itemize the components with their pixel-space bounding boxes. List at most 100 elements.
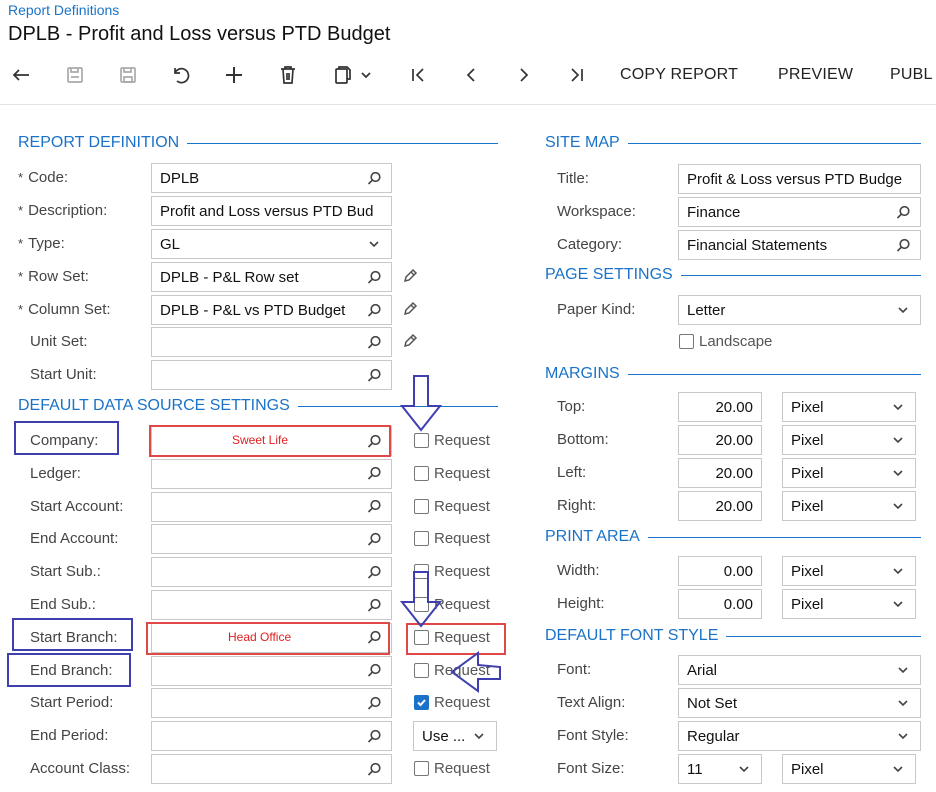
end-account-request-checkbox[interactable]: Request: [414, 530, 490, 547]
font-size-select[interactable]: 11: [678, 754, 762, 784]
start-account-field[interactable]: [151, 491, 392, 522]
margins-top-value-field[interactable]: 20.00: [678, 392, 762, 422]
end-period-field[interactable]: [151, 721, 392, 752]
start-sub-field[interactable]: [151, 557, 392, 588]
ledger-field[interactable]: [151, 458, 392, 489]
checkbox-box[interactable]: [679, 334, 694, 349]
font-style-select[interactable]: Regular: [678, 721, 921, 751]
last-record-icon[interactable]: [564, 56, 590, 94]
text-align-select[interactable]: Not Set: [678, 688, 921, 718]
start-unit-field[interactable]: [151, 360, 392, 390]
checkbox-box[interactable]: [414, 761, 429, 776]
type-select[interactable]: GL: [151, 229, 392, 259]
margins-bottom-value-field[interactable]: 20.00: [678, 425, 762, 455]
checkbox-box[interactable]: [414, 433, 429, 448]
landscape-checkbox[interactable]: Landscape: [679, 333, 772, 350]
margins-bottom-unit-select[interactable]: Pixel: [782, 425, 916, 455]
paper-kind-select[interactable]: Letter: [678, 295, 921, 325]
start-sub-request-checkbox[interactable]: Request: [414, 563, 490, 580]
checkbox-box[interactable]: [414, 597, 429, 612]
print_area-width-value-field[interactable]: 0.00: [678, 556, 762, 586]
search-icon[interactable]: [365, 333, 383, 351]
add-icon[interactable]: [221, 56, 247, 94]
font-select[interactable]: Arial: [678, 655, 921, 685]
ledger-request-checkbox[interactable]: Request: [414, 465, 490, 482]
start-period-request-checkbox[interactable]: Request: [414, 694, 490, 711]
site-map-title-field[interactable]: Profit & Loss versus PTD Budge: [678, 164, 921, 194]
edit-unit-set-pencil-icon[interactable]: [402, 333, 418, 354]
search-icon[interactable]: [365, 268, 383, 286]
margins-left-value-field[interactable]: 20.00: [678, 458, 762, 488]
search-icon[interactable]: [365, 760, 383, 778]
font-style-label: Font Style:: [557, 727, 629, 744]
checkbox-checked[interactable]: [414, 695, 429, 711]
delete-icon[interactable]: [275, 56, 301, 94]
back-icon[interactable]: [8, 56, 34, 94]
save-icon[interactable]: [115, 56, 141, 94]
account-class-request-checkbox[interactable]: Request: [414, 760, 490, 777]
search-icon[interactable]: [894, 203, 912, 221]
save-close-icon[interactable]: [62, 56, 88, 94]
search-icon[interactable]: [365, 596, 383, 614]
start-account-request-checkbox[interactable]: Request: [414, 498, 490, 515]
column-set-field[interactable]: DPLB - P&L vs PTD Budget: [151, 295, 392, 325]
previous-record-icon[interactable]: [458, 56, 484, 94]
account-class-field[interactable]: [151, 754, 392, 784]
edit-column-set-pencil-icon[interactable]: [402, 301, 418, 322]
code-field[interactable]: DPLB: [151, 163, 392, 193]
category-field[interactable]: Financial Statements: [678, 230, 921, 260]
end-period-use-select[interactable]: Use ...: [413, 721, 497, 752]
undo-icon[interactable]: [168, 56, 194, 94]
publish-button[interactable]: PUBL: [890, 56, 933, 94]
edit-row-set-pencil-icon[interactable]: [402, 268, 418, 289]
end-branch-request-checkbox[interactable]: Request: [414, 662, 490, 679]
copy-paste-icon[interactable]: [329, 56, 377, 94]
row-set-field[interactable]: DPLB - P&L Row set: [151, 262, 392, 292]
workspace-field[interactable]: Finance: [678, 197, 921, 227]
margins-top-unit-select[interactable]: Pixel: [782, 392, 916, 422]
search-icon[interactable]: [365, 301, 383, 319]
search-icon[interactable]: [365, 727, 383, 745]
annotation-company-highlight: [14, 421, 119, 455]
search-icon[interactable]: [365, 530, 383, 548]
start-period-field[interactable]: [151, 688, 392, 719]
margins-left-unit-select[interactable]: Pixel: [782, 458, 916, 488]
search-icon[interactable]: [365, 366, 383, 384]
search-icon[interactable]: [365, 465, 383, 483]
margins-bottom-value: 20.00: [715, 431, 753, 449]
search-icon[interactable]: [365, 563, 383, 581]
print_area-height-unit-select[interactable]: Pixel: [782, 589, 916, 619]
margins-right-value-field[interactable]: 20.00: [678, 491, 762, 521]
checkbox-box[interactable]: [414, 662, 429, 678]
print_area-width-unit-select[interactable]: Pixel: [782, 556, 916, 586]
print_area-height-value-field[interactable]: 0.00: [678, 589, 762, 619]
request-label: Request: [434, 464, 490, 482]
annotation-end-branch-highlight: [7, 653, 131, 687]
margins-right-unit-select[interactable]: Pixel: [782, 491, 916, 521]
end-sub-request-checkbox[interactable]: Request: [414, 596, 490, 613]
unit-set-field[interactable]: [151, 327, 392, 357]
breadcrumb[interactable]: Report Definitions: [8, 2, 119, 18]
ledger-label: Ledger:: [30, 464, 81, 482]
chevron-down-icon: [470, 727, 488, 745]
search-icon[interactable]: [365, 169, 383, 187]
first-record-icon[interactable]: [405, 56, 431, 94]
next-record-icon[interactable]: [511, 56, 537, 94]
checkbox-box[interactable]: [414, 465, 429, 481]
search-icon[interactable]: [365, 498, 383, 516]
checkbox-box[interactable]: [414, 564, 429, 580]
description-field[interactable]: Profit and Loss versus PTD Bud: [151, 196, 392, 226]
copy-report-button[interactable]: COPY REPORT: [620, 56, 738, 94]
end-account-field[interactable]: [151, 524, 392, 555]
search-icon[interactable]: [365, 662, 383, 680]
font-size-unit-select[interactable]: Pixel: [782, 754, 916, 784]
checkbox-box[interactable]: [414, 498, 429, 514]
checkbox-box[interactable]: [414, 531, 429, 547]
type-label: * Type:: [18, 235, 65, 252]
preview-button[interactable]: PREVIEW: [778, 56, 853, 94]
end-branch-field[interactable]: [151, 655, 392, 686]
search-icon[interactable]: [365, 694, 383, 712]
end-sub-field[interactable]: [151, 590, 392, 620]
search-icon[interactable]: [894, 236, 912, 254]
company-request-checkbox[interactable]: Request: [414, 432, 490, 449]
